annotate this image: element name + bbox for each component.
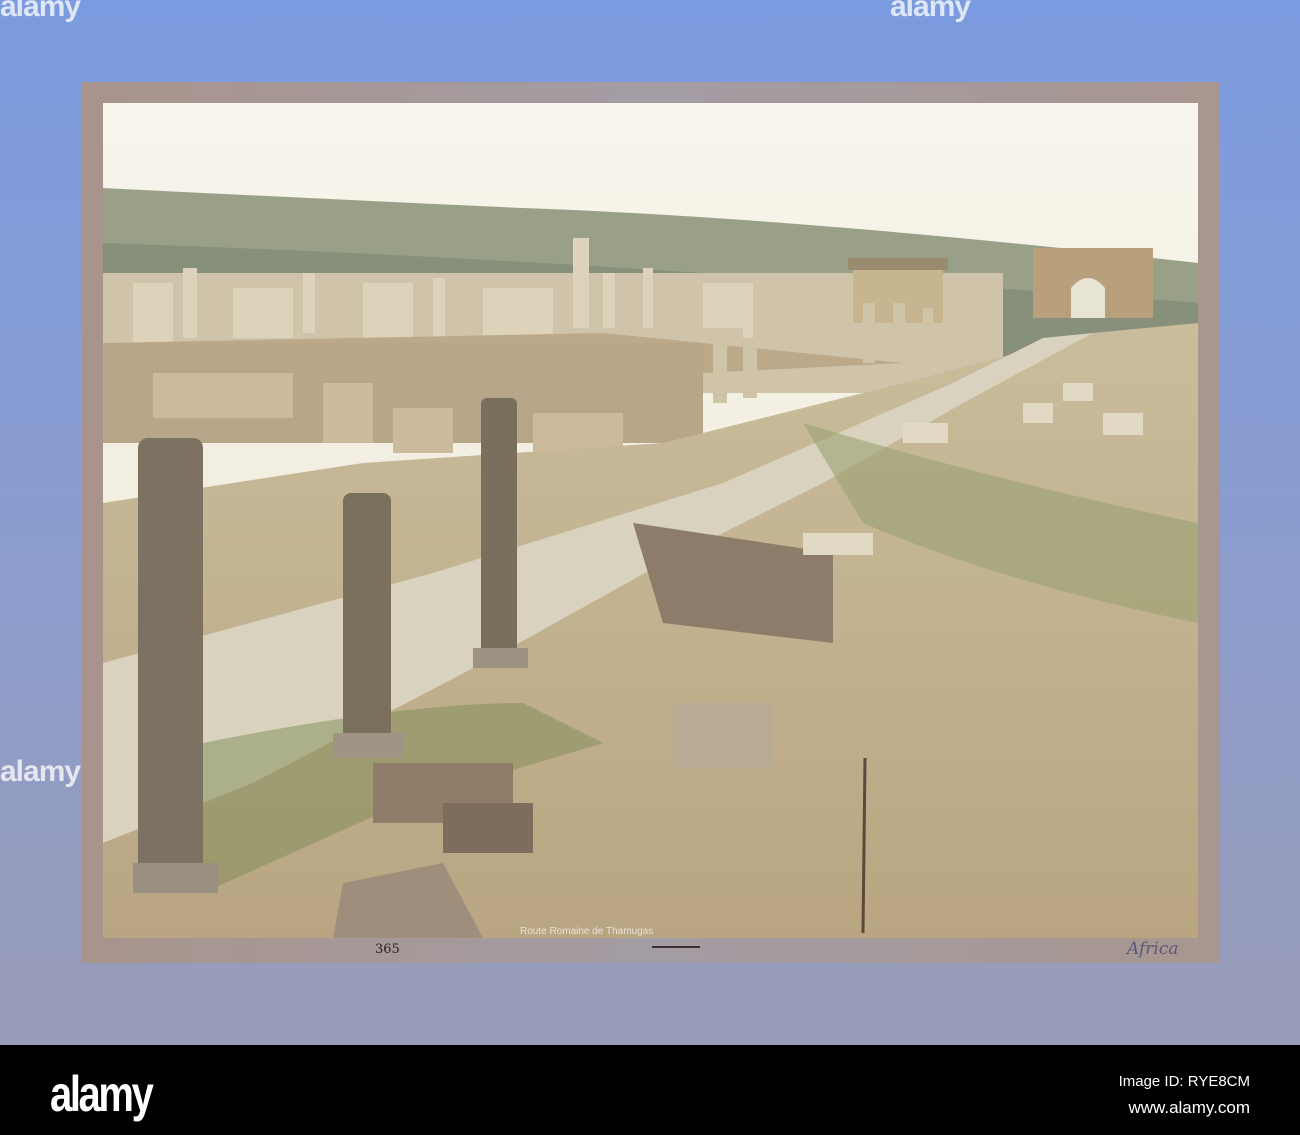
watermark: alamy bbox=[890, 0, 971, 23]
site-url: www.alamy.com bbox=[1128, 1098, 1250, 1117]
watermark: alamy bbox=[0, 0, 81, 23]
image-id: Image ID: RYE8CM bbox=[1118, 1073, 1250, 1090]
handwritten-annotation: Africa bbox=[1127, 939, 1179, 959]
photo-caption: Route Romaine de Thamugas bbox=[520, 926, 654, 937]
watermark: alamy bbox=[0, 755, 81, 788]
plate-number: 365 bbox=[375, 942, 400, 957]
alamy-logo: alamy bbox=[50, 1066, 154, 1122]
pencil-mark bbox=[652, 946, 700, 948]
photograph-roman-ruins bbox=[103, 103, 1198, 938]
footer-bar: alamy Image ID: RYE8CM www.alamy.com bbox=[0, 1045, 1300, 1135]
